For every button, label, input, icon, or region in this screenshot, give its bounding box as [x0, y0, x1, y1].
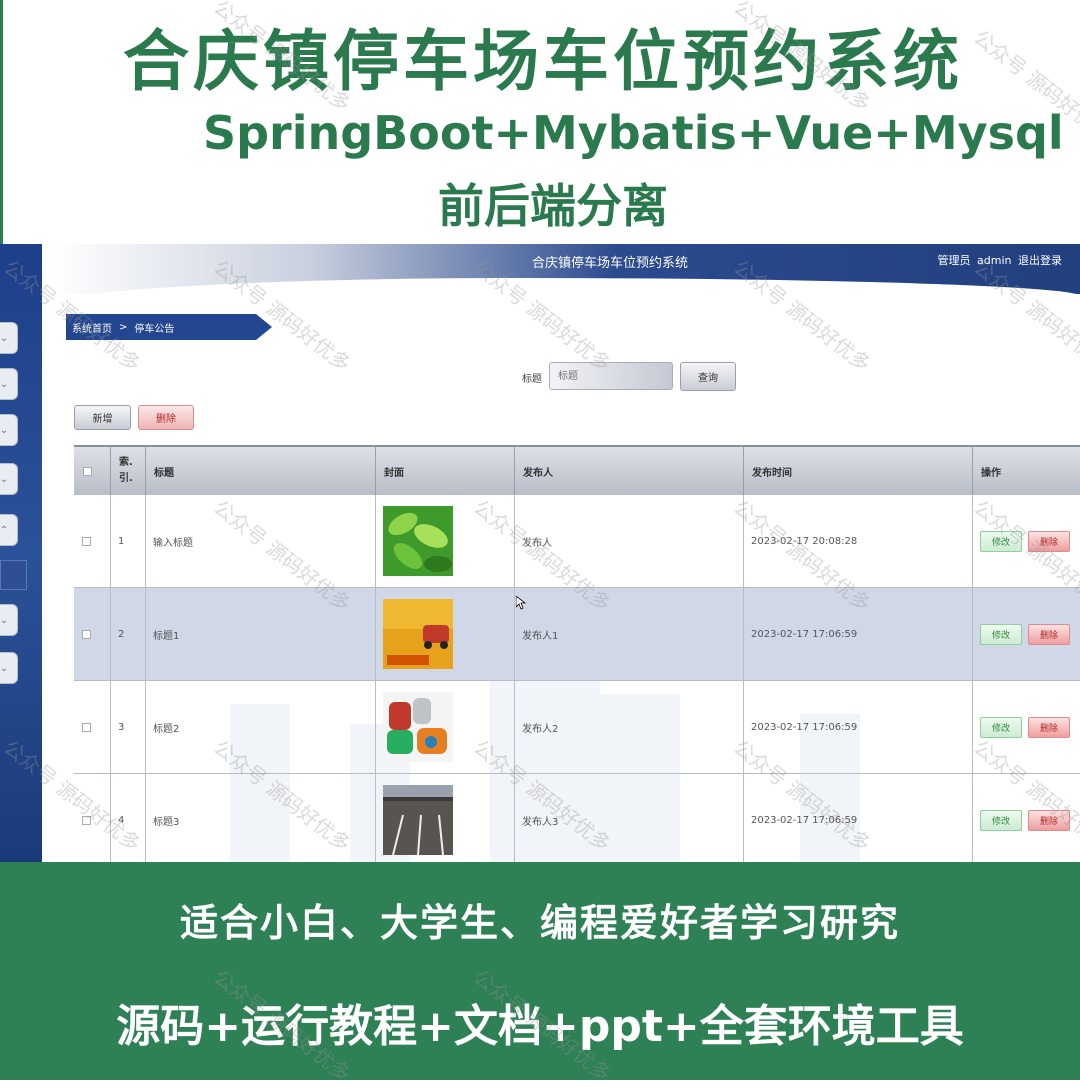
breadcrumb-home[interactable]: 系统首页 [72, 320, 112, 335]
sidebar-menu-toggle[interactable]: ⌄ [0, 414, 18, 446]
row-publisher: 发布人1 [514, 588, 743, 680]
sidebar-submenu-item[interactable] [0, 560, 27, 590]
edit-button[interactable]: 修改 [980, 530, 1022, 552]
chevron-down-icon: ⌄ [0, 424, 9, 436]
edit-button[interactable]: 修改 [980, 623, 1022, 645]
row-publish-time: 2023-02-17 17:06:59 [743, 774, 972, 862]
row-index: 4 [110, 774, 145, 862]
promo-footer: 适合小白、大学生、编程爱好者学习研究 源码+运行教程+文档+ppt+全套环境工具 [0, 862, 1080, 1080]
sidebar-menu-toggle[interactable]: ⌄ [0, 652, 18, 684]
parking-sign-image [383, 599, 453, 669]
row-publisher: 发布人 [514, 495, 743, 587]
row-title: 输入标题 [145, 495, 375, 587]
row-publisher: 发布人2 [514, 681, 743, 773]
user-role: 管理员 [937, 254, 971, 267]
promo-package: 源码+运行教程+文档+ppt+全套环境工具 [116, 1001, 964, 1052]
header-index: 索. 引. [110, 447, 145, 495]
promo-tech-stack: SpringBoot+Mybatis+Vue+Mysql [203, 106, 1064, 160]
row-title: 标题1 [145, 588, 375, 680]
row-index: 3 [110, 681, 145, 773]
row-publisher: 发布人3 [514, 774, 743, 862]
row-index: 1 [110, 495, 145, 587]
chevron-down-icon: ⌄ [0, 614, 9, 626]
header-actions: 操作 [972, 447, 1080, 495]
header-index-line: 索. [119, 457, 133, 468]
row-select[interactable] [74, 495, 110, 587]
search-label: 标题 [522, 374, 542, 385]
edit-button[interactable]: 修改 [980, 716, 1022, 738]
delete-button[interactable]: 删除 [1028, 809, 1070, 831]
row-publish-time: 2023-02-17 17:06:59 [743, 588, 972, 680]
row-cover [375, 588, 514, 680]
row-cover [375, 495, 514, 587]
sidebar: ⌄ ⌄ ⌄ ⌄ ⌃ ⌄ ⌄ [0, 244, 42, 862]
user-name: admin [977, 254, 1012, 267]
sidebar-menu-toggle[interactable]: ⌄ [0, 368, 18, 400]
search-button[interactable]: 查询 [680, 362, 736, 391]
table-header: 索. 引. 标题 封面 发布人 发布时间 操作 [74, 445, 1080, 495]
row-actions: 修改 删除 [972, 774, 1080, 862]
row-actions: 修改 删除 [972, 588, 1080, 680]
table-row[interactable]: 4 标题3 发布人3 2023-02-17 17:06:59 修改 删除 [74, 774, 1080, 862]
table-row[interactable]: 3 标题2 发布人2 2023-02-17 17:06:59 修改 删除 [74, 681, 1080, 774]
parking-lot-photo [383, 785, 453, 855]
row-select[interactable] [74, 774, 110, 862]
row-actions: 修改 删除 [972, 495, 1080, 587]
green-leaves-image [383, 506, 453, 576]
add-button[interactable]: 新增 [74, 405, 131, 430]
chevron-up-icon: ⌃ [0, 524, 9, 536]
row-title: 标题3 [145, 774, 375, 862]
table-row[interactable]: 1 输入标题 发布人 2023-02-17 20:08:28 修改 删除 [74, 495, 1080, 588]
header-cover: 封面 [375, 447, 514, 495]
sidebar-menu-toggle[interactable]: ⌄ [0, 463, 18, 495]
select-all-checkbox[interactable] [83, 466, 92, 476]
header-select-all[interactable] [74, 447, 110, 495]
batch-delete-button[interactable]: 删除 [138, 405, 194, 430]
header-index-line: 引. [119, 473, 133, 484]
row-checkbox[interactable] [82, 815, 91, 825]
header-publish-time: 发布时间 [743, 447, 972, 495]
chevron-down-icon: ⌄ [0, 662, 9, 674]
chevron-down-icon: ⌄ [0, 378, 9, 390]
header-publisher: 发布人 [514, 447, 743, 495]
search-input[interactable] [549, 362, 673, 390]
app-screenshot: ⌄ ⌄ ⌄ ⌄ ⌃ ⌄ ⌄ 合庆镇停车场车位预约系统 管理员 admin 退出登… [0, 244, 1080, 862]
promo-subtitle: 前后端分离 [438, 179, 668, 233]
row-checkbox[interactable] [82, 722, 91, 732]
row-cover [375, 681, 514, 773]
user-info: 管理员 admin 退出登录 [935, 252, 1062, 268]
sidebar-menu-toggle[interactable]: ⌄ [0, 322, 18, 354]
breadcrumb: 系统首页 > 停车公告 [66, 314, 272, 340]
edit-button[interactable]: 修改 [980, 809, 1022, 831]
sidebar-menu-toggle[interactable]: ⌄ [0, 604, 18, 636]
mouse-cursor-icon [516, 596, 526, 610]
table-row[interactable]: 2 标题1 发布人1 2023-02-17 17:06:59 修改 删除 [74, 588, 1080, 681]
row-publish-time: 2023-02-17 20:08:28 [743, 495, 972, 587]
delete-button[interactable]: 删除 [1028, 623, 1070, 645]
delete-button[interactable]: 删除 [1028, 530, 1070, 552]
row-title: 标题2 [145, 681, 375, 773]
breadcrumb-separator: > [119, 321, 128, 333]
cartoon-cars-image [383, 692, 453, 762]
row-select[interactable] [74, 588, 110, 680]
sidebar-menu-toggle[interactable]: ⌃ [0, 514, 18, 546]
chevron-down-icon: ⌄ [0, 473, 9, 485]
logout-link[interactable]: 退出登录 [1018, 254, 1062, 267]
delete-button[interactable]: 删除 [1028, 716, 1070, 738]
row-checkbox[interactable] [82, 536, 91, 546]
row-select[interactable] [74, 681, 110, 773]
app-title: 合庆镇停车场车位预约系统 [532, 256, 689, 271]
header-title: 标题 [145, 447, 375, 495]
chevron-down-icon: ⌄ [0, 332, 9, 344]
row-actions: 修改 删除 [972, 681, 1080, 773]
promo-audience: 适合小白、大学生、编程爱好者学习研究 [179, 901, 900, 945]
row-publish-time: 2023-02-17 17:06:59 [743, 681, 972, 773]
row-checkbox[interactable] [82, 629, 91, 639]
breadcrumb-current: 停车公告 [134, 323, 175, 335]
promo-title: 合庆镇停车场车位预约系统 [123, 23, 963, 100]
promo-header: 合庆镇停车场车位预约系统 SpringBoot+Mybatis+Vue+Mysq… [0, 0, 1080, 244]
row-index: 2 [110, 588, 145, 680]
row-cover [375, 774, 514, 862]
